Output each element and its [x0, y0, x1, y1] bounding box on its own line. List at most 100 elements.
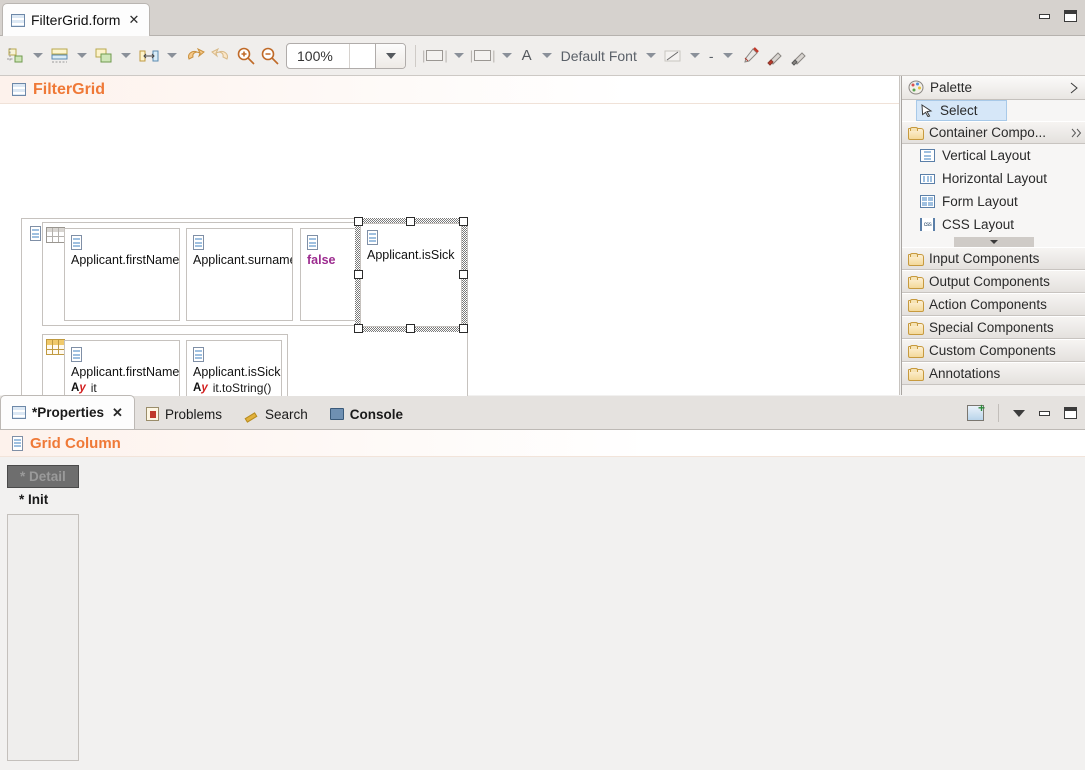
align-dropdown-icon[interactable]: [33, 53, 43, 58]
fill-brush-icon[interactable]: [762, 42, 786, 70]
window-controls: [1039, 10, 1077, 22]
selected-grid-cell-issick[interactable]: Applicant.isSick: [354, 217, 468, 333]
align-components-icon[interactable]: [4, 42, 28, 70]
collapse-all-icon[interactable]: [1071, 128, 1085, 138]
distribute-dropdown-icon[interactable]: [77, 53, 87, 58]
line-style-dropdown-icon[interactable]: [689, 53, 700, 58]
line-width-dropdown-icon[interactable]: [722, 53, 733, 58]
zoom-out-icon[interactable]: [258, 42, 282, 70]
font-color-icon[interactable]: A: [517, 47, 537, 64]
tab-console[interactable]: Console: [319, 399, 414, 429]
form-title: FilterGrid: [33, 80, 106, 98]
palette-collapse-icon[interactable]: [1069, 82, 1079, 94]
zoom-dropdown-icon[interactable]: [375, 43, 405, 68]
tab-search[interactable]: Search: [233, 399, 319, 429]
font-family-label[interactable]: Default Font: [557, 48, 641, 64]
palette-group-action-components[interactable]: Action Components: [902, 293, 1085, 316]
close-icon[interactable]: ✕: [128, 12, 139, 28]
palette-group-custom-components[interactable]: Custom Components: [902, 339, 1085, 362]
match-width-icon[interactable]: [136, 42, 162, 70]
close-icon[interactable]: ✕: [112, 405, 123, 421]
fill-style-dropdown-icon[interactable]: [501, 53, 512, 58]
size-dropdown-icon[interactable]: [167, 53, 177, 58]
resize-handle-sw[interactable]: [354, 324, 363, 333]
border-style-dropdown-icon[interactable]: [453, 53, 464, 58]
resize-handle-w[interactable]: [354, 270, 363, 279]
grid-cell-firstname-1[interactable]: Applicant.firstName: [64, 228, 180, 321]
panel-minimize-icon[interactable]: [1039, 410, 1050, 416]
palette-group-annotations[interactable]: Annotations: [902, 362, 1085, 385]
css-layout-icon: css: [920, 218, 935, 231]
palette-item-horizontal-layout[interactable]: Horizontal Layout: [902, 167, 1085, 190]
distribute-icon[interactable]: [48, 42, 72, 70]
zoom-level-combo[interactable]: 100%: [286, 42, 406, 69]
new-view-icon[interactable]: [967, 401, 985, 421]
vertical-layout-icon: [30, 226, 41, 241]
resize-handle-nw[interactable]: [354, 217, 363, 226]
palette-group-input-components[interactable]: Input Components: [902, 247, 1085, 270]
palette-scroll-down[interactable]: [902, 236, 1085, 247]
editor-tab-filtergrid[interactable]: FilterGrid.form ✕: [2, 3, 151, 36]
palette-item-form-layout[interactable]: Form Layout: [902, 190, 1085, 213]
bring-to-front-icon[interactable]: [92, 42, 116, 70]
cursor-icon: [921, 104, 933, 117]
detail-list-item-init[interactable]: * Init: [7, 488, 79, 511]
bottom-panel: *Properties ✕ Problems Search Console + …: [0, 395, 1085, 770]
palette-item-css-layout[interactable]: css CSS Layout: [902, 213, 1085, 236]
tab-problems[interactable]: Problems: [135, 399, 233, 429]
line-width-label[interactable]: -: [705, 48, 718, 64]
border-style-swatch[interactable]: [426, 50, 444, 61]
minimize-icon[interactable]: [1039, 13, 1050, 19]
fill-style-swatch[interactable]: [474, 50, 492, 61]
zoom-in-icon[interactable]: [234, 42, 258, 70]
palette-group-label: Input Components: [929, 251, 1040, 266]
resize-handle-e[interactable]: [459, 270, 468, 279]
properties-body: * Detail * Init: [0, 457, 1085, 769]
grid-icon-2: [46, 339, 65, 355]
palette-group-container-components[interactable]: Container Compo...: [902, 121, 1085, 144]
resize-handle-se[interactable]: [459, 324, 468, 333]
palette-group-label: Action Components: [929, 297, 1047, 312]
line-style-icon[interactable]: [661, 42, 685, 70]
properties-icon: [12, 406, 26, 419]
maximize-icon[interactable]: [1064, 10, 1077, 22]
redo-icon[interactable]: [208, 42, 234, 70]
palette-header[interactable]: Palette: [902, 76, 1085, 100]
chevron-down-icon[interactable]: [953, 236, 1034, 247]
zoom-level-value: 100%: [297, 47, 333, 64]
search-icon: [244, 408, 259, 421]
resize-handle-n[interactable]: [406, 217, 415, 226]
palette-item-vertical-layout[interactable]: Vertical Layout: [902, 144, 1085, 167]
selected-cell-body[interactable]: Applicant.isSick: [360, 223, 462, 327]
order-dropdown-icon[interactable]: [121, 53, 131, 58]
zoom-combo-spacer: [349, 43, 375, 68]
grid-cell-false[interactable]: false: [300, 228, 356, 321]
font-color-dropdown-icon[interactable]: [541, 53, 552, 58]
design-canvas[interactable]: Applicant.firstName Applicant.surname fa…: [0, 104, 899, 446]
resize-handle-ne[interactable]: [459, 217, 468, 226]
panel-maximize-icon[interactable]: [1064, 407, 1077, 419]
grid-cell-label: Applicant.firstName: [71, 253, 180, 267]
font-family-dropdown-icon[interactable]: [645, 53, 656, 58]
detail-list-item-detail[interactable]: * Detail: [7, 465, 79, 488]
tab-properties[interactable]: *Properties ✕: [0, 395, 135, 429]
resize-handle-s[interactable]: [406, 324, 415, 333]
grid-cell-label: Applicant.isSick: [193, 365, 281, 379]
palette-item-select[interactable]: Select: [916, 100, 1007, 121]
palette-group-output-components[interactable]: Output Components: [902, 270, 1085, 293]
undo-icon[interactable]: [182, 42, 208, 70]
tab-label: Problems: [164, 406, 222, 422]
tab-label: Console: [349, 406, 404, 422]
palette-group-special-components[interactable]: Special Components: [902, 316, 1085, 339]
grid-cell-expression: Ay it.toString(): [193, 381, 276, 395]
grid-cell-surname[interactable]: Applicant.surname: [186, 228, 293, 321]
view-menu-icon[interactable]: [1013, 409, 1025, 417]
clear-brush-icon[interactable]: [786, 42, 810, 70]
color-picker-icon[interactable]: [738, 42, 762, 70]
view-toolbar: [967, 401, 1077, 422]
detail-list-empty-area[interactable]: [7, 514, 79, 761]
grid-cell-expression: Ay it: [71, 381, 174, 395]
detail-section-list: * Detail * Init: [7, 465, 79, 511]
detail-list-label: * Detail: [20, 469, 66, 484]
grid-cell-label: Applicant.isSick: [367, 248, 455, 262]
